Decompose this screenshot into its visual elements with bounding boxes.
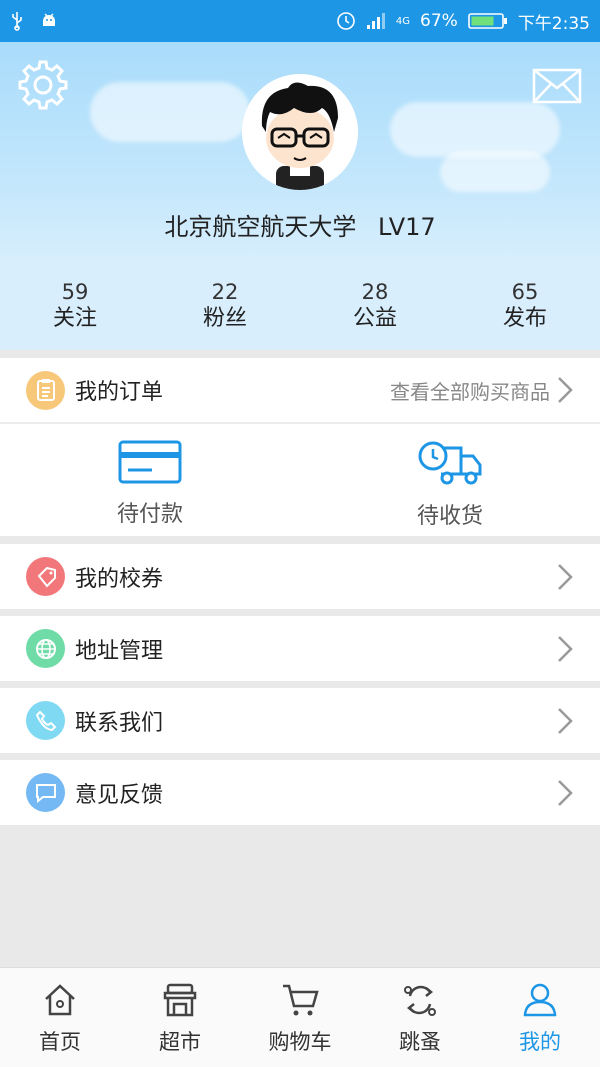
menu-item-feedback[interactable]: 意见反馈	[0, 760, 600, 825]
signal-icon	[366, 12, 386, 30]
chevron-right-icon	[556, 706, 574, 736]
pending-payment-label: 待付款	[116, 502, 183, 527]
usb-icon	[10, 11, 24, 31]
menu-item-address[interactable]: 地址管理	[0, 616, 600, 681]
stat-posts[interactable]: 65 发布	[450, 258, 600, 350]
stat-label: 粉丝	[202, 306, 247, 331]
tab-home[interactable]: 首页	[0, 968, 120, 1067]
tab-market[interactable]: 超市	[120, 968, 240, 1067]
battery-percent: 67%	[420, 11, 458, 31]
android-icon	[40, 12, 58, 30]
delivery-truck-icon	[417, 440, 483, 490]
tab-label: 首页	[39, 1030, 81, 1054]
profile-name: 北京航空航天大学 LV17	[0, 207, 600, 242]
menu-item-label: 联系我们	[75, 710, 164, 736]
tab-mine[interactable]: 我的	[480, 968, 600, 1067]
stat-label: 公益	[352, 306, 397, 331]
status-bar: 4G 67% 下午2:35	[0, 0, 600, 42]
stats-bar: 59 关注 22 粉丝 28 公益 65 发布	[0, 258, 600, 350]
pending-receipt-label: 待收货	[416, 504, 483, 529]
tab-cart[interactable]: 购物车	[240, 968, 360, 1067]
user-icon	[522, 982, 558, 1022]
home-icon	[42, 982, 78, 1022]
stat-value: 22	[211, 280, 239, 304]
phone-icon	[26, 701, 65, 740]
exchange-icon	[402, 982, 438, 1022]
menu-item-label: 我的校券	[75, 566, 164, 592]
network-type: 4G	[395, 15, 411, 27]
tab-label: 跳蚤	[399, 1030, 441, 1054]
avatar[interactable]	[242, 74, 358, 190]
pending-payment-button[interactable]: 待付款	[0, 424, 300, 536]
chevron-right-icon	[556, 634, 574, 664]
stat-label: 关注	[52, 306, 97, 331]
chevron-right-icon	[556, 562, 574, 592]
menu-item-contact[interactable]: 联系我们	[0, 688, 600, 753]
bottom-tab-bar: 首页 超市 购物车 跳蚤 我的	[0, 967, 600, 1067]
globe-icon	[26, 629, 65, 668]
user-level: LV17	[377, 213, 436, 241]
cart-icon	[281, 982, 319, 1022]
tab-label: 购物车	[268, 1030, 332, 1054]
stat-value: 59	[61, 280, 89, 304]
store-icon	[162, 982, 198, 1022]
my-orders-label: 我的订单	[75, 380, 164, 405]
menu-item-coupons[interactable]: 我的校券	[0, 544, 600, 609]
feedback-icon	[26, 773, 65, 812]
stat-followers[interactable]: 22 粉丝	[150, 258, 300, 350]
order-list-icon	[26, 370, 65, 410]
stat-value: 28	[361, 280, 389, 304]
order-status-panel: 待付款 待收货	[0, 424, 600, 536]
tab-flea-market[interactable]: 跳蚤	[360, 968, 480, 1067]
menu-item-label: 地址管理	[75, 638, 164, 664]
battery-icon	[468, 12, 508, 30]
view-all-orders-link[interactable]: 查看全部购买商品	[390, 376, 550, 405]
menu-item-label: 意见反馈	[75, 782, 164, 808]
school-name: 北京航空航天大学	[164, 213, 357, 241]
stat-charity[interactable]: 28 公益	[300, 258, 450, 350]
chevron-right-icon	[556, 375, 574, 405]
stat-value: 65	[511, 280, 539, 304]
chevron-right-icon	[556, 778, 574, 808]
credit-card-icon	[118, 440, 182, 488]
tab-label: 我的	[519, 1030, 561, 1054]
my-orders-row[interactable]: 我的订单 查看全部购买商品	[0, 358, 600, 422]
stat-label: 发布	[502, 306, 547, 331]
alarm-icon	[336, 11, 356, 31]
ticket-icon	[26, 557, 65, 596]
profile-header: 北京航空航天大学 LV17	[0, 42, 600, 258]
settings-gear-icon[interactable]	[16, 58, 70, 112]
pending-receipt-button[interactable]: 待收货	[300, 424, 600, 536]
stat-following[interactable]: 59 关注	[0, 258, 150, 350]
mail-icon[interactable]	[532, 68, 582, 104]
clock: 下午2:35	[517, 13, 590, 34]
tab-label: 超市	[159, 1030, 201, 1054]
